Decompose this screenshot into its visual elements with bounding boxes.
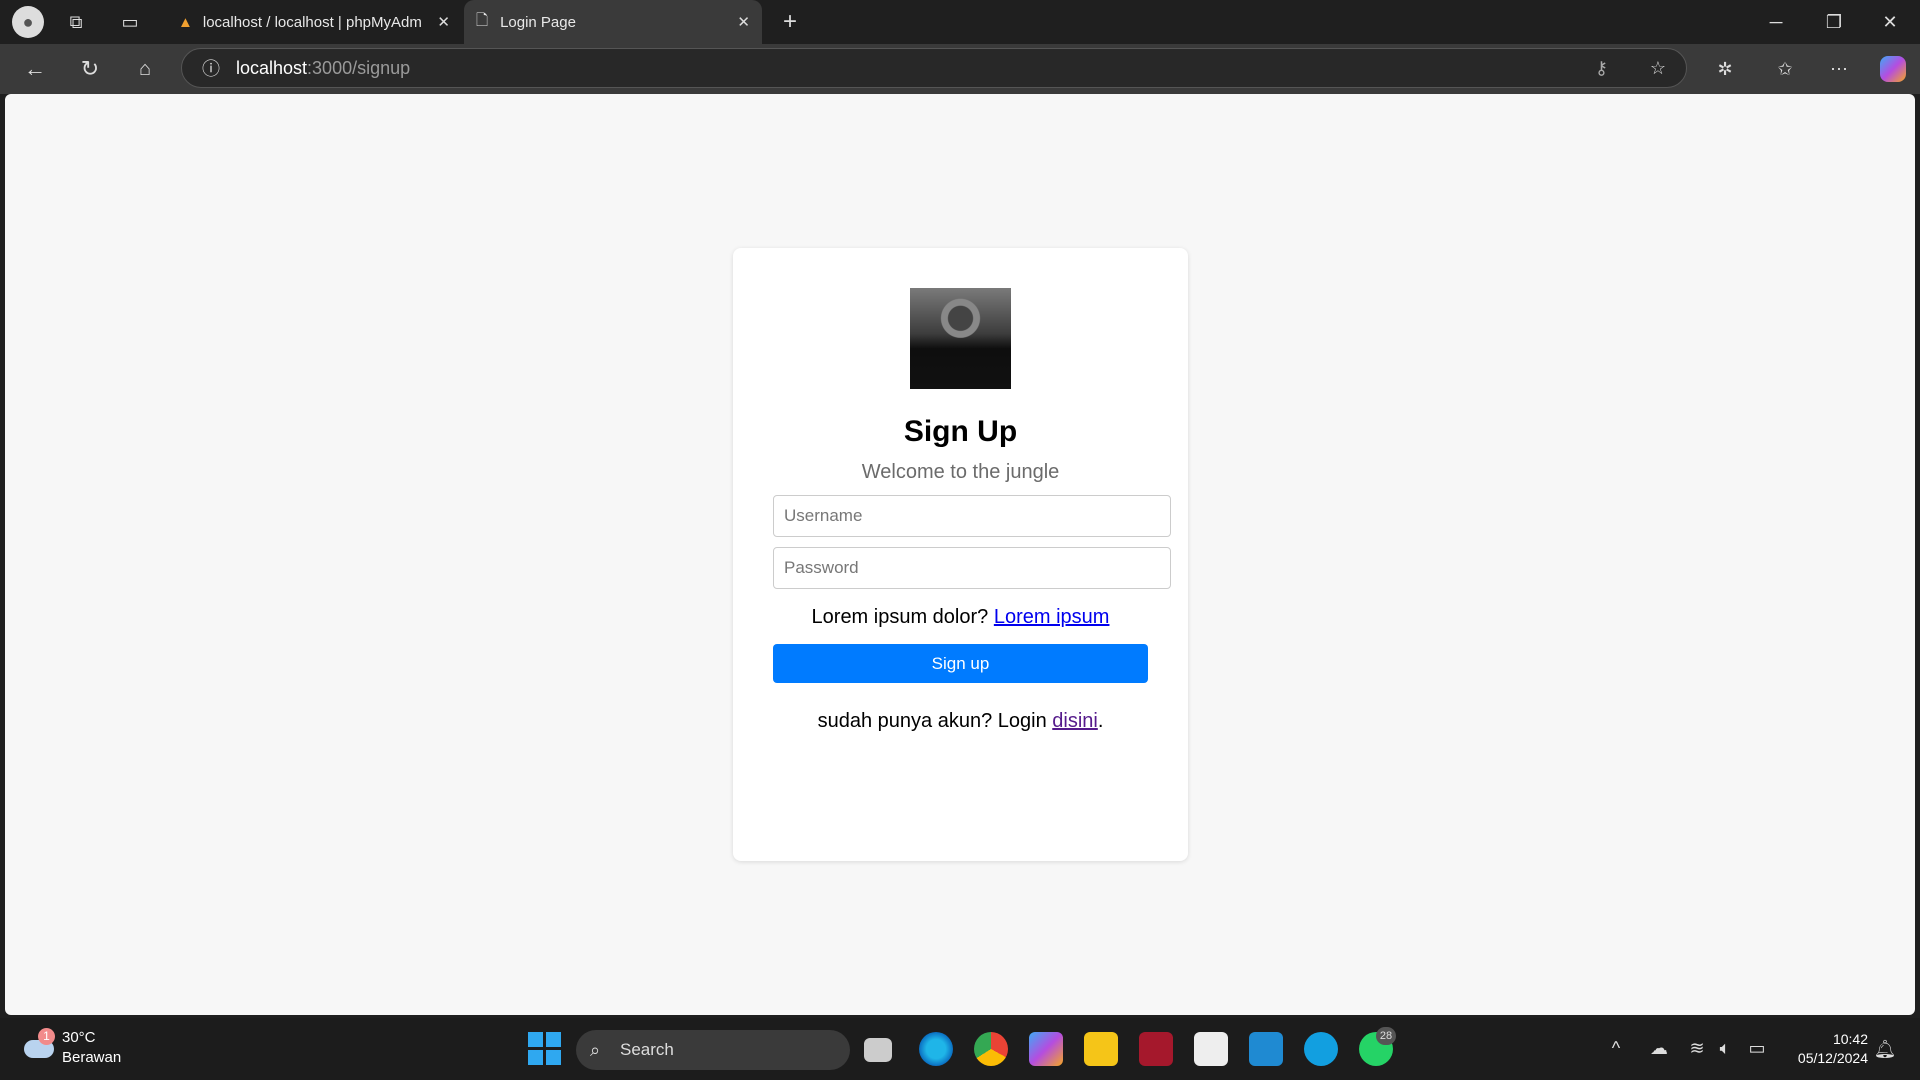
- whatsapp-badge: 28: [1376, 1027, 1396, 1045]
- lorem-line: Lorem ipsum dolor? Lorem ipsum: [811, 606, 1110, 628]
- signup-card: Sign Up Welcome to the jungle Lorem ipsu…: [733, 248, 1188, 861]
- phpmyadmin-icon: ▲: [178, 13, 193, 31]
- more-icon[interactable]: ⋯: [1824, 54, 1854, 84]
- username-input[interactable]: [773, 495, 1171, 537]
- lorem-link[interactable]: Lorem ipsum: [994, 606, 1110, 628]
- profile-icon[interactable]: ●: [12, 6, 44, 38]
- wifi-icon[interactable]: ≋: [1686, 1038, 1708, 1058]
- signup-button[interactable]: Sign up: [773, 644, 1148, 683]
- taskbar: 1 30°C Berawan ⌕ Search 28 ^ ☁ ≋ 🔈︎ ▭ 10:4…: [0, 1018, 1920, 1080]
- page-title: Sign Up: [903, 415, 1018, 448]
- copilot-app-icon[interactable]: [1029, 1032, 1063, 1066]
- mendeley-icon[interactable]: [1139, 1032, 1173, 1066]
- file-explorer-icon[interactable]: [1084, 1032, 1118, 1066]
- taskbar-search[interactable]: ⌕ Search: [576, 1030, 850, 1070]
- close-tab-icon[interactable]: ✕: [737, 13, 750, 31]
- volume-icon[interactable]: 🔈︎: [1714, 1038, 1736, 1058]
- app-blue-icon[interactable]: [1304, 1032, 1338, 1066]
- onedrive-icon[interactable]: ☁: [1648, 1038, 1670, 1058]
- login-line: sudah punya akun? Login disini.: [817, 710, 1104, 732]
- search-icon: ⌕: [590, 1039, 601, 1060]
- extensions-icon[interactable]: ✲: [1710, 54, 1740, 84]
- clock[interactable]: 10:42 05/12/2024: [1798, 1030, 1868, 1068]
- favorite-star-icon[interactable]: ☆: [1650, 58, 1666, 79]
- restore-icon[interactable]: ❐: [1820, 8, 1848, 36]
- profile-image: [910, 288, 1011, 389]
- close-tab-icon[interactable]: ✕: [437, 13, 450, 31]
- battery-icon[interactable]: ▭: [1746, 1038, 1768, 1058]
- notification-bell-icon[interactable]: 🔔︎: [1874, 1038, 1897, 1060]
- favorites-icon[interactable]: ✩: [1770, 54, 1800, 84]
- edge-icon[interactable]: [919, 1032, 953, 1066]
- login-link[interactable]: disini: [1052, 710, 1098, 732]
- tab-login-page[interactable]: 🗋 Login Page ✕: [464, 0, 762, 44]
- subtitle: Welcome to the jungle: [861, 461, 1060, 483]
- minimize-icon[interactable]: ─: [1762, 8, 1790, 36]
- task-view-icon[interactable]: [864, 1038, 892, 1062]
- reload-icon[interactable]: ↻: [75, 54, 105, 84]
- weather-badge: 1: [38, 1028, 55, 1045]
- home-icon[interactable]: ⌂: [130, 54, 160, 84]
- close-window-icon[interactable]: ✕: [1876, 8, 1904, 36]
- page-icon: 🗋: [476, 11, 489, 29]
- vscode-icon[interactable]: [1249, 1032, 1283, 1066]
- address-bar[interactable]: ⓘ localhost:3000/signup ⚷ ☆: [181, 48, 1687, 88]
- new-tab-icon[interactable]: +: [776, 8, 804, 36]
- vertical-tabs-icon[interactable]: ▭: [116, 10, 144, 34]
- page-content: Sign Up Welcome to the jungle Lorem ipsu…: [5, 94, 1915, 1015]
- chrome-icon[interactable]: [974, 1032, 1008, 1066]
- ms-store-icon[interactable]: [1194, 1032, 1228, 1066]
- password-input[interactable]: [773, 547, 1171, 589]
- tab-phpmyadmin[interactable]: ▲ localhost / localhost | phpMyAdm ✕: [166, 0, 462, 44]
- start-icon[interactable]: [528, 1032, 562, 1066]
- back-icon[interactable]: ←: [20, 54, 50, 84]
- workspaces-icon[interactable]: ⧉: [62, 10, 90, 34]
- copilot-icon[interactable]: [1880, 56, 1906, 82]
- password-key-icon[interactable]: ⚷: [1595, 58, 1608, 79]
- site-info-icon[interactable]: ⓘ: [202, 55, 220, 81]
- address-bar-row: ← ↻ ⌂ ⓘ localhost:3000/signup ⚷ ☆ ✲ ✩ ⋯: [0, 44, 1920, 94]
- tab-bar: ● ⧉ ▭ ▲ localhost / localhost | phpMyAdm…: [0, 0, 1920, 44]
- tray-chevron-icon[interactable]: ^: [1606, 1038, 1626, 1058]
